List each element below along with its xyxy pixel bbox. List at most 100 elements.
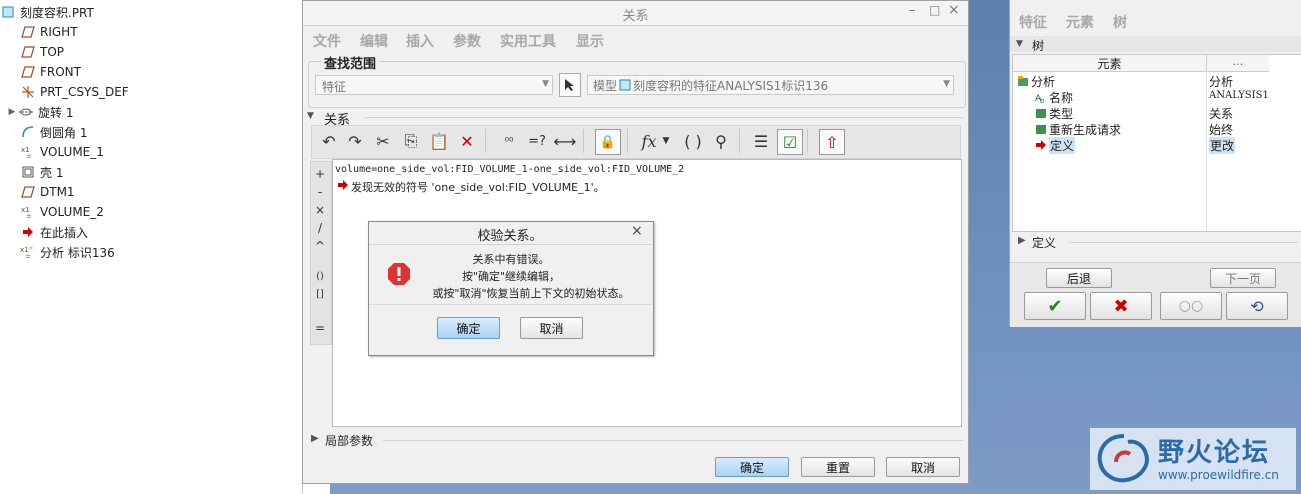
operator-plus-button[interactable]: + xyxy=(311,167,329,183)
element-row-analysis[interactable]: 分析 xyxy=(1017,73,1055,89)
cancel-x-icon[interactable]: ✖ xyxy=(1090,292,1152,320)
tree-item-volume1[interactable]: x1 ± VOLUME_1 xyxy=(20,142,104,162)
operator-divide-button[interactable]: / xyxy=(311,221,329,237)
chevron-down-icon[interactable]: ▼ xyxy=(659,129,673,153)
minimize-icon[interactable]: – xyxy=(909,3,916,18)
redo-icon[interactable]: ↷ xyxy=(343,129,367,153)
verify-titlebar: 校验关系。 × xyxy=(369,222,651,245)
lock-icon[interactable]: 🔒 xyxy=(595,129,621,155)
copy-icon[interactable]: ⎘ xyxy=(399,129,423,153)
expand-arrow-icon[interactable]: ▶ xyxy=(6,107,18,117)
tree-item-round[interactable]: 倒圆角 1 xyxy=(20,122,87,142)
svg-text:±: ± xyxy=(26,152,32,159)
scope-type-select[interactable]: 特征 ▼ xyxy=(315,75,553,95)
datum-plane-icon xyxy=(20,24,36,40)
operator-power-button[interactable]: ^ xyxy=(311,239,329,255)
verify-title: 校验关系。 xyxy=(477,229,543,244)
tree-section-label: 树 xyxy=(1032,39,1045,53)
operator-equals-button[interactable]: = xyxy=(311,321,329,337)
menu-utilities[interactable]: 实用工具 xyxy=(500,31,556,51)
feature-element-panel: 特征 元素 树 ▼ 树 元素 ... 分析 分析 Ab 名称 ANALYSIS1… xyxy=(1009,0,1301,327)
part-icon xyxy=(619,79,631,91)
tree-item-shell[interactable]: 壳 1 xyxy=(20,162,63,182)
cut-icon[interactable]: ✂ xyxy=(371,129,395,153)
tree-item-top[interactable]: TOP xyxy=(20,42,64,62)
svg-text:b: b xyxy=(1040,97,1045,103)
scope-target-select[interactable]: 模型 刻度容积的特征ANALYSIS1标识136 ▼ xyxy=(587,75,954,95)
tree-item-root[interactable]: 刻度容积.PRT xyxy=(0,2,94,22)
upload-icon[interactable]: ⇧ xyxy=(819,129,845,155)
regenerate-icon[interactable]: ⟲ xyxy=(1226,292,1288,320)
watermark: 野火论坛 www.proewildfire.cn xyxy=(1090,428,1296,490)
menu-tree[interactable]: 树 xyxy=(1113,12,1127,32)
tree-item-insert-here[interactable]: 在此插入 xyxy=(20,222,88,242)
collapse-arrow-icon[interactable]: ▼ xyxy=(1016,39,1023,49)
verify-cancel-button[interactable]: 取消 xyxy=(520,317,583,339)
verify-message-2: 按"确定"继续编辑， xyxy=(461,270,561,283)
menu-element[interactable]: 元素 xyxy=(1066,12,1094,32)
forum-logo-icon xyxy=(1097,434,1149,483)
menu-file[interactable]: 文件 xyxy=(313,31,341,51)
element-row-define[interactable]: 定义 xyxy=(1035,136,1076,154)
paste-icon[interactable]: 📋 xyxy=(427,129,451,153)
measure-icon[interactable]: ⟷ xyxy=(553,129,577,153)
watermark-title: 野火论坛 xyxy=(1158,438,1271,468)
sort-relations-icon[interactable]: ⚲ xyxy=(709,129,733,153)
close-icon[interactable]: × xyxy=(948,2,960,18)
analysis-folder-icon xyxy=(1018,76,1028,86)
back-button[interactable]: 后退 xyxy=(1046,268,1112,288)
expand-arrow-icon[interactable]: ▶ xyxy=(311,433,319,444)
element-row-type[interactable]: 类型 xyxy=(1035,105,1073,121)
operator-multiply-button[interactable]: × xyxy=(311,203,329,219)
delete-icon[interactable]: ✕ xyxy=(455,129,479,153)
close-icon[interactable]: × xyxy=(631,223,643,239)
tree-item-volume2[interactable]: x1 ± VOLUME_2 xyxy=(20,202,104,222)
menu-feature[interactable]: 特征 xyxy=(1019,12,1047,32)
list-icon[interactable]: ☰ xyxy=(749,129,773,153)
function-icon[interactable]: fx xyxy=(637,129,661,153)
element-row-name[interactable]: Ab 名称 xyxy=(1035,89,1073,105)
tree-item-csys[interactable]: PRT_CSYS_DEF xyxy=(20,82,129,102)
element-value-define: 更改 xyxy=(1209,137,1236,154)
confirm-check-icon[interactable]: ✔ xyxy=(1024,292,1086,320)
menu-edit[interactable]: 编辑 xyxy=(360,31,388,51)
verify-icon[interactable]: ☑ xyxy=(777,129,803,155)
analysis-icon: x1 ± xyxy=(20,144,36,160)
verify-ok-button[interactable]: 确定 xyxy=(437,317,500,339)
next-page-button[interactable]: 下一页 xyxy=(1210,268,1276,288)
element-row-regen[interactable]: 重新生成请求 xyxy=(1035,121,1121,137)
relations-ok-button[interactable]: 确定 xyxy=(715,457,789,477)
menu-display[interactable]: 显示 xyxy=(576,31,604,51)
undo-icon[interactable]: ↶ xyxy=(317,129,341,153)
evaluate-icon[interactable]: =? xyxy=(525,129,549,153)
editor-line-1: volume=one_side_vol:FID_VOLUME_1-one_sid… xyxy=(335,164,685,175)
verify-dialog: 校验关系。 × 关系中有错误。 按"确定"继续编辑， 或按"取消"恢复当前上下文… xyxy=(368,221,654,356)
operator-minus-button[interactable]: - xyxy=(311,185,329,201)
name-icon: Ab xyxy=(1035,94,1045,103)
tree-item-dtm1[interactable]: DTM1 xyxy=(20,182,75,202)
parentheses-icon[interactable]: ( ) xyxy=(681,129,705,153)
verify-message-3: 或按"取消"恢复当前上下文的初始状态。 xyxy=(432,287,630,300)
menu-insert[interactable]: 插入 xyxy=(406,31,434,51)
tree-item-revolve[interactable]: ▶ 旋转 1 xyxy=(6,102,74,122)
maximize-icon[interactable]: □ xyxy=(929,3,940,17)
tree-item-front[interactable]: FRONT xyxy=(20,62,81,82)
relations-reset-button[interactable]: 重置 xyxy=(801,457,875,477)
switch-dimension-icon[interactable]: ⁰⁰ xyxy=(497,129,521,153)
collapse-arrow-icon[interactable]: ▼ xyxy=(307,111,314,121)
relations-cancel-button[interactable]: 取消 xyxy=(886,457,960,477)
relations-titlebar: 关系 – □ × xyxy=(303,1,968,26)
select-pointer-button[interactable] xyxy=(559,73,581,97)
operator-paren-button[interactable]: () xyxy=(311,271,329,287)
operator-bracket-button[interactable]: [] xyxy=(311,289,329,305)
svg-text:*: * xyxy=(29,245,33,254)
csys-icon xyxy=(20,84,36,100)
local-params-label: 局部参数 xyxy=(325,434,374,448)
preview-glasses-icon[interactable]: ○○ xyxy=(1160,292,1222,320)
round-icon xyxy=(20,124,36,140)
menu-parameters[interactable]: 参数 xyxy=(453,31,481,51)
regen-icon xyxy=(1036,125,1046,134)
tree-item-analysis136[interactable]: x1 ± * 分析 标识136 xyxy=(20,242,115,262)
tree-item-right[interactable]: RIGHT xyxy=(20,22,78,42)
expand-arrow-icon[interactable]: ▶ xyxy=(1018,235,1026,246)
